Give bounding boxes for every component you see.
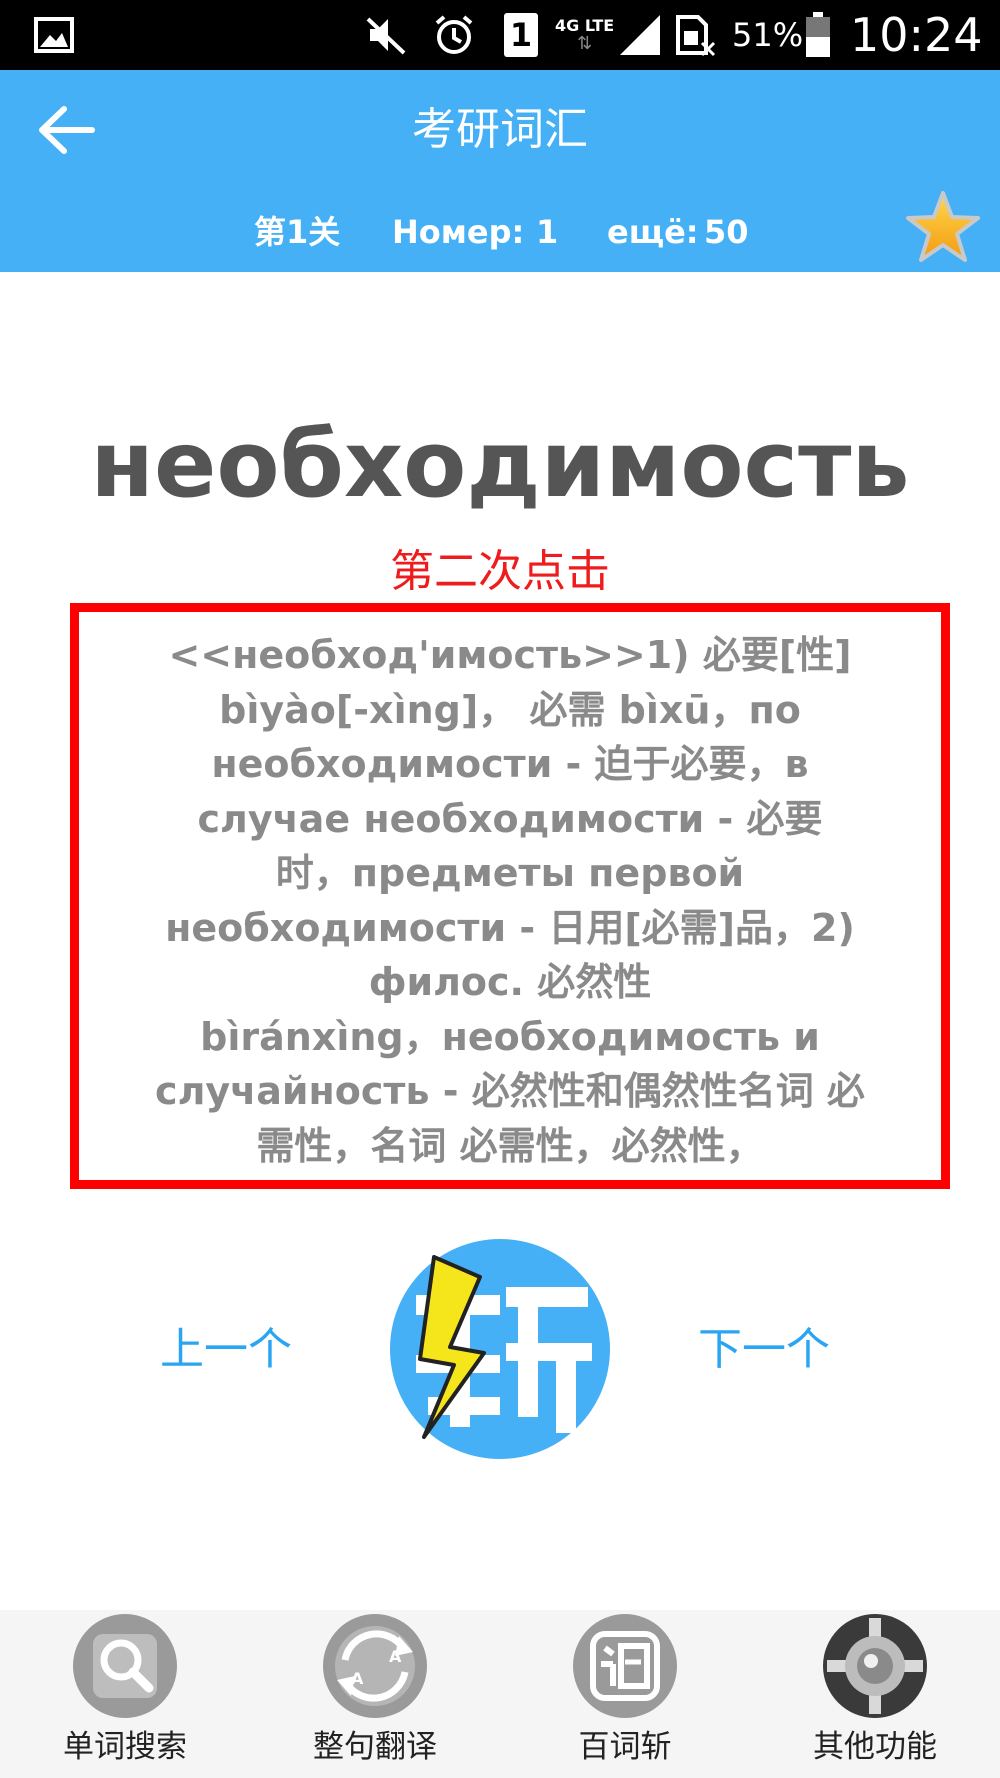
bottom-tab-bar: 单词搜索 AA 整句翻译 百词斩 其他功能: [0, 1610, 1000, 1778]
page-title: 考研词汇: [412, 104, 588, 155]
mute-icon: [364, 0, 408, 70]
definition-line: <<необход'имость>>1) 必要[性]: [168, 633, 852, 677]
definition-text: <<необход'имость>>1) 必要[性] bìyào[-xìng]， …: [101, 628, 919, 1173]
battery-icon: [805, 0, 831, 70]
tab-word-search[interactable]: 单词搜索: [0, 1610, 250, 1778]
word-icon: [571, 1612, 679, 1720]
header-bar: 考研词汇 第1关 Номер: 1 ещё: 50: [0, 70, 1000, 272]
level-label: 第1关: [254, 213, 341, 251]
definition-line: 需性，名词 必需性，必然性，: [256, 1123, 764, 1168]
status-bar: 1 4G LTE ⇅ 51% 10:24: [0, 0, 1000, 70]
slash-logo-icon: [390, 1239, 610, 1459]
svg-text:A: A: [351, 1669, 364, 1688]
alarm-icon: [432, 0, 476, 70]
clock: 10:24: [850, 8, 983, 62]
number-value: 1: [536, 213, 559, 251]
definition-line: 时，предметы первой: [275, 851, 745, 895]
sim-missing-icon: [672, 0, 716, 70]
favorite-star-button[interactable]: [906, 190, 980, 264]
definition-line: необходимости - 迫于必要，в: [211, 742, 809, 786]
definition-line: случае необходимости - 必要: [197, 796, 823, 841]
svg-text:A: A: [389, 1647, 402, 1666]
definition-line: случайность - 必然性和偶然性名词 必: [155, 1069, 865, 1113]
tab-word-slash[interactable]: 百词斩: [500, 1610, 750, 1778]
tab-sentence-translate[interactable]: AA 整句翻译: [250, 1610, 500, 1778]
gear-icon: [821, 1612, 929, 1720]
tab-label: 百词斩: [578, 1729, 672, 1765]
number-label: Номер:: [392, 213, 525, 251]
progress-row: 第1关 Номер: 1 ещё: 50: [0, 202, 1000, 262]
signal-icon: [618, 0, 662, 70]
hint-text: 第二次点击: [390, 546, 610, 597]
data-arrows-icon: ⇅: [577, 33, 593, 54]
definition-line: bìránxìng，необходимость и: [200, 1014, 820, 1059]
search-icon: [71, 1612, 179, 1720]
definition-line: необходимости - 日用[必需]品，2): [165, 905, 855, 950]
prev-word-button[interactable]: 上一个: [160, 1315, 292, 1385]
gallery-notification-icon: [34, 0, 74, 70]
star-icon: [906, 191, 980, 262]
tab-label: 其他功能: [813, 1729, 937, 1765]
tab-other-functions[interactable]: 其他功能: [750, 1610, 1000, 1778]
sim-icon: 1: [504, 0, 538, 70]
next-word-button[interactable]: 下一个: [698, 1315, 830, 1385]
definition-box[interactable]: <<необход'имость>>1) 必要[性] bìyào[-xìng]， …: [70, 603, 950, 1189]
definition-line: филос. 必然性: [368, 960, 652, 1004]
battery-percent: 51%: [732, 16, 804, 54]
slash-button[interactable]: [388, 1237, 612, 1461]
word-heading[interactable]: необходимость: [0, 405, 1000, 525]
translate-icon: AA: [321, 1612, 429, 1720]
tab-label: 单词搜索: [63, 1729, 187, 1765]
sim-number: 1: [504, 13, 538, 57]
tab-label: 整句翻译: [313, 1729, 437, 1765]
remaining-value: 50: [704, 213, 749, 251]
network-indicator: 4G LTE ⇅: [555, 0, 614, 70]
remaining-label: ещё:: [607, 213, 699, 251]
definition-line: bìyào[-xìng]， 必需 bìxū，по: [219, 687, 801, 732]
